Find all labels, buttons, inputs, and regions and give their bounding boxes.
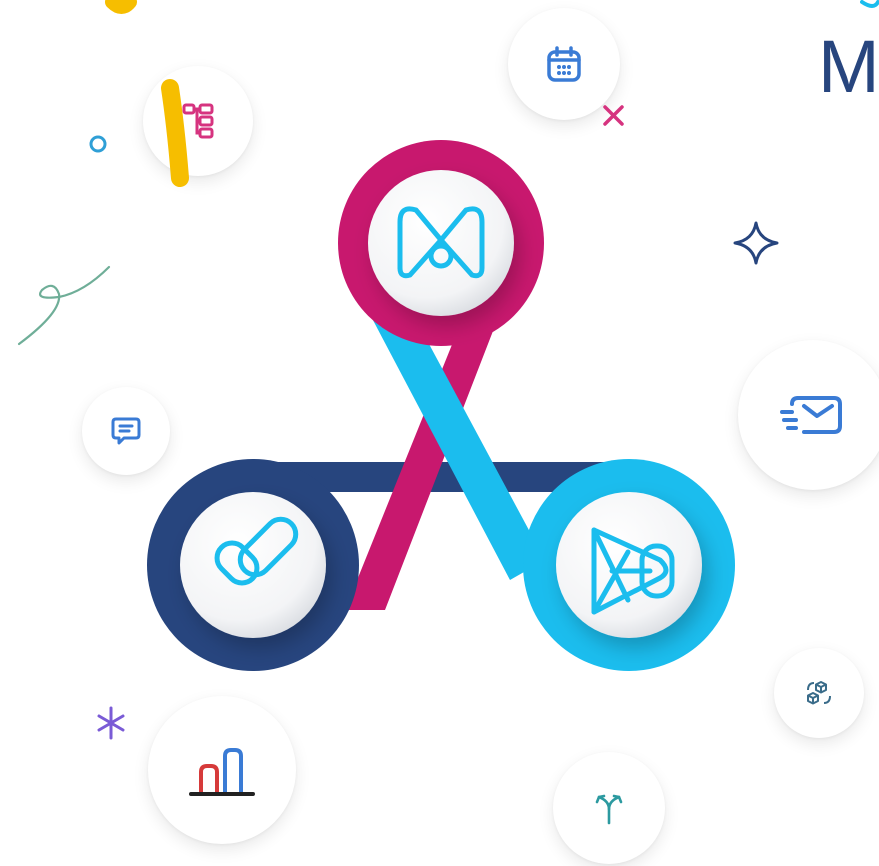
left-ball xyxy=(180,492,326,638)
cube-sync-bubble xyxy=(774,648,864,738)
sparkle-doodle xyxy=(733,221,779,265)
squiggle-doodle xyxy=(17,265,111,346)
highlighter-top-stroke xyxy=(105,0,137,14)
merge-arrow-bubble xyxy=(553,752,665,864)
corner-arc-doodle xyxy=(860,0,879,8)
bar-chart-bubble xyxy=(148,696,296,844)
highlighter-stroke xyxy=(161,79,189,187)
calendar-icon xyxy=(547,46,581,82)
email-bubble xyxy=(738,340,879,490)
x-doodle xyxy=(603,105,624,126)
chat-bubble xyxy=(82,387,170,475)
brand-letter: M xyxy=(818,25,879,108)
chat-icon xyxy=(111,417,141,445)
right-ball xyxy=(556,492,702,638)
ring-doodle xyxy=(89,135,107,153)
asterisk-doodle xyxy=(97,706,125,740)
cube-sync-icon xyxy=(807,681,831,705)
merge-arrow-icon xyxy=(595,794,623,825)
email-icon xyxy=(780,396,842,434)
illustration: M xyxy=(0,0,879,866)
bar-chart-icon xyxy=(189,748,255,796)
